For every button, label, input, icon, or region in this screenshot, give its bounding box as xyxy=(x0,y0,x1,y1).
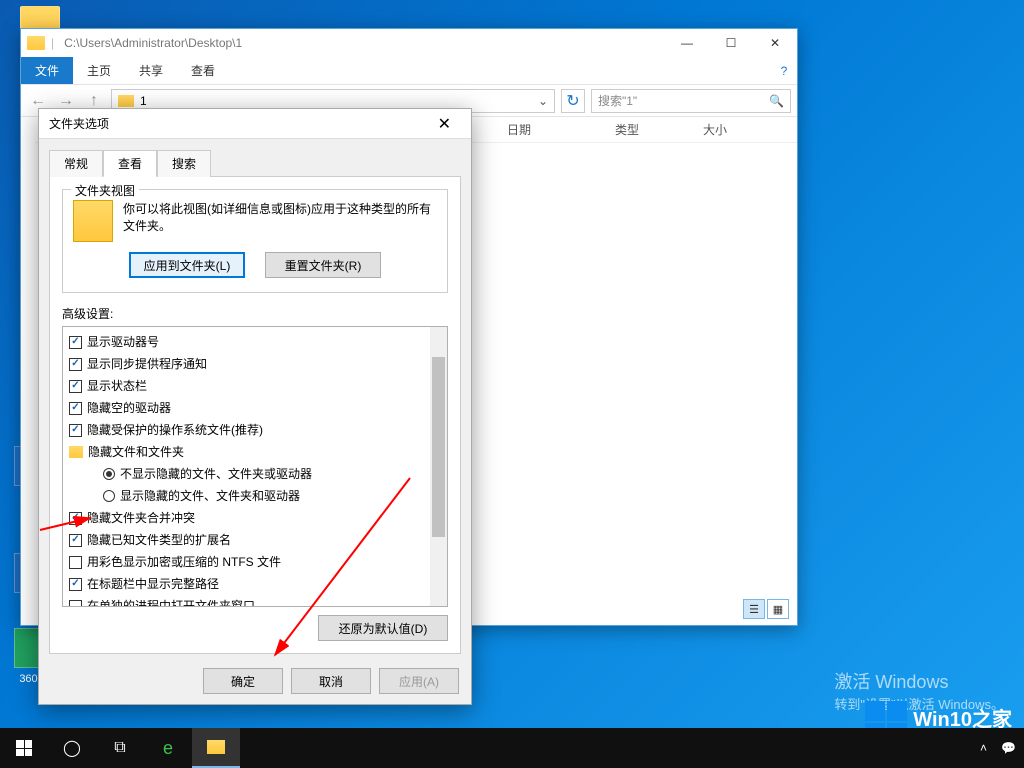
minimize-button[interactable]: — xyxy=(665,29,709,57)
radio[interactable] xyxy=(103,490,115,502)
setting-label: 隐藏文件和文件夹 xyxy=(88,443,184,461)
setting-item[interactable]: 隐藏文件和文件夹 xyxy=(65,441,445,463)
setting-item[interactable]: 显示同步提供程序通知 xyxy=(65,353,445,375)
checkbox[interactable] xyxy=(69,512,82,525)
folder-icon xyxy=(73,200,113,242)
tray-chevron-icon[interactable]: ˄ xyxy=(980,741,987,755)
start-button[interactable] xyxy=(0,728,48,768)
tab-search[interactable]: 搜索 xyxy=(157,150,211,177)
checkbox[interactable] xyxy=(69,424,82,437)
checkbox[interactable] xyxy=(69,600,82,608)
folder-icon xyxy=(118,95,134,107)
setting-label: 在单独的进程中打开文件夹窗口 xyxy=(87,597,255,607)
scrollbar-thumb[interactable] xyxy=(432,357,445,537)
system-tray[interactable]: ˄ 💬 xyxy=(980,741,1024,755)
task-view-button[interactable]: ⧉ xyxy=(96,728,144,768)
search-placeholder: 搜索"1" xyxy=(598,92,637,109)
setting-label: 在标题栏中显示完整路径 xyxy=(87,575,219,593)
checkbox[interactable] xyxy=(69,578,82,591)
help-icon[interactable]: ? xyxy=(771,57,797,84)
ok-button[interactable]: 确定 xyxy=(203,668,283,694)
checkbox[interactable] xyxy=(69,402,82,415)
tab-home[interactable]: 主页 xyxy=(73,57,125,84)
col-type[interactable]: 类型 xyxy=(603,121,651,138)
radio[interactable] xyxy=(103,468,115,480)
qat-divider: | xyxy=(51,36,54,50)
tab-file[interactable]: 文件 xyxy=(21,57,73,84)
fieldset-legend: 文件夹视图 xyxy=(71,182,139,199)
folder-views-desc: 你可以将此视图(如详细信息或图标)应用于这种类型的所有文件夹。 xyxy=(123,200,437,234)
setting-label: 不显示隐藏的文件、文件夹或驱动器 xyxy=(120,465,312,483)
edge-button[interactable]: e xyxy=(144,728,192,768)
maximize-button[interactable]: ☐ xyxy=(709,29,753,57)
window-path: C:\Users\Administrator\Desktop\1 xyxy=(64,36,242,50)
dialog-tabs: 常规 查看 搜索 xyxy=(39,139,471,176)
folder-options-dialog: 文件夹选项 ✕ 常规 查看 搜索 文件夹视图 你可以将此视图(如详细信息或图标)… xyxy=(38,108,472,705)
dialog-title: 文件夹选项 xyxy=(49,115,109,132)
view-details-button[interactable]: ☰ xyxy=(743,599,765,619)
setting-label: 显示隐藏的文件、文件夹和驱动器 xyxy=(120,487,300,505)
tab-view[interactable]: 查看 xyxy=(103,150,157,177)
checkbox[interactable] xyxy=(69,380,82,393)
watermark-line1: 激活 Windows xyxy=(834,668,1004,694)
setting-label: 隐藏受保护的操作系统文件(推荐) xyxy=(87,421,263,439)
close-button[interactable]: ✕ xyxy=(753,29,797,57)
tab-share[interactable]: 共享 xyxy=(125,57,177,84)
setting-label: 用彩色显示加密或压缩的 NTFS 文件 xyxy=(87,553,281,571)
setting-label: 隐藏文件夹合并冲突 xyxy=(87,509,195,527)
refresh-icon[interactable]: ↻ xyxy=(561,89,585,113)
apply-to-folders-button[interactable]: 应用到文件夹(L) xyxy=(129,252,245,278)
setting-item[interactable]: 在标题栏中显示完整路径 xyxy=(65,573,445,595)
setting-item[interactable]: 在单独的进程中打开文件夹窗口 xyxy=(65,595,445,607)
ribbon-tabs: 文件 主页 共享 查看 ? xyxy=(21,57,797,85)
restore-defaults-button[interactable]: 还原为默认值(D) xyxy=(318,615,448,641)
setting-label: 隐藏已知文件类型的扩展名 xyxy=(87,531,231,549)
scrollbar[interactable] xyxy=(430,327,447,606)
setting-item[interactable]: 不显示隐藏的文件、文件夹或驱动器 xyxy=(65,463,445,485)
setting-item[interactable]: 显示隐藏的文件、文件夹和驱动器 xyxy=(65,485,445,507)
folder-icon xyxy=(27,36,45,50)
apply-button[interactable]: 应用(A) xyxy=(379,668,459,694)
explorer-titlebar[interactable]: | C:\Users\Administrator\Desktop\1 — ☐ ✕ xyxy=(21,29,797,57)
checkbox[interactable] xyxy=(69,336,82,349)
explorer-taskbar-button[interactable] xyxy=(192,728,240,768)
cortana-button[interactable]: ◯ xyxy=(48,728,96,768)
setting-item[interactable]: 隐藏空的驱动器 xyxy=(65,397,445,419)
chevron-down-icon[interactable]: ⌄ xyxy=(538,94,548,108)
address-text: 1 xyxy=(140,94,147,108)
tab-general[interactable]: 常规 xyxy=(49,150,103,177)
setting-item[interactable]: 隐藏文件夹合并冲突 xyxy=(65,507,445,529)
checkbox[interactable] xyxy=(69,534,82,547)
view-icons-button[interactable]: ▦ xyxy=(767,599,789,619)
cancel-button[interactable]: 取消 xyxy=(291,668,371,694)
taskbar[interactable]: ◯ ⧉ e ˄ 💬 xyxy=(0,728,1024,768)
setting-item[interactable]: 隐藏已知文件类型的扩展名 xyxy=(65,529,445,551)
checkbox[interactable] xyxy=(69,556,82,569)
setting-item[interactable]: 隐藏受保护的操作系统文件(推荐) xyxy=(65,419,445,441)
search-icon: 🔍 xyxy=(769,94,784,108)
advanced-settings-label: 高级设置: xyxy=(62,305,448,322)
setting-label: 隐藏空的驱动器 xyxy=(87,399,171,417)
setting-item[interactable]: 显示驱动器号 xyxy=(65,331,445,353)
folder-views-fieldset: 文件夹视图 你可以将此视图(如详细信息或图标)应用于这种类型的所有文件夹。 应用… xyxy=(62,189,448,293)
checkbox[interactable] xyxy=(69,358,82,371)
col-date[interactable]: 日期 xyxy=(495,121,543,138)
tab-view[interactable]: 查看 xyxy=(177,57,229,84)
setting-label: 显示驱动器号 xyxy=(87,333,159,351)
advanced-settings-tree[interactable]: 显示驱动器号显示同步提供程序通知显示状态栏隐藏空的驱动器隐藏受保护的操作系统文件… xyxy=(62,326,448,607)
folder-icon xyxy=(69,446,83,458)
setting-label: 显示同步提供程序通知 xyxy=(87,355,207,373)
notifications-icon[interactable]: 💬 xyxy=(1001,741,1016,755)
dialog-titlebar[interactable]: 文件夹选项 ✕ xyxy=(39,109,471,139)
dialog-buttons: 确定 取消 应用(A) xyxy=(39,662,471,704)
setting-label: 显示状态栏 xyxy=(87,377,147,395)
reset-folders-button[interactable]: 重置文件夹(R) xyxy=(265,252,381,278)
close-icon[interactable]: ✕ xyxy=(428,112,461,136)
setting-item[interactable]: 显示状态栏 xyxy=(65,375,445,397)
col-size[interactable]: 大小 xyxy=(691,121,739,138)
search-input[interactable]: 搜索"1" 🔍 xyxy=(591,89,791,113)
explorer-sidebar xyxy=(21,117,35,625)
dialog-page: 文件夹视图 你可以将此视图(如详细信息或图标)应用于这种类型的所有文件夹。 应用… xyxy=(49,176,461,654)
setting-item[interactable]: 用彩色显示加密或压缩的 NTFS 文件 xyxy=(65,551,445,573)
